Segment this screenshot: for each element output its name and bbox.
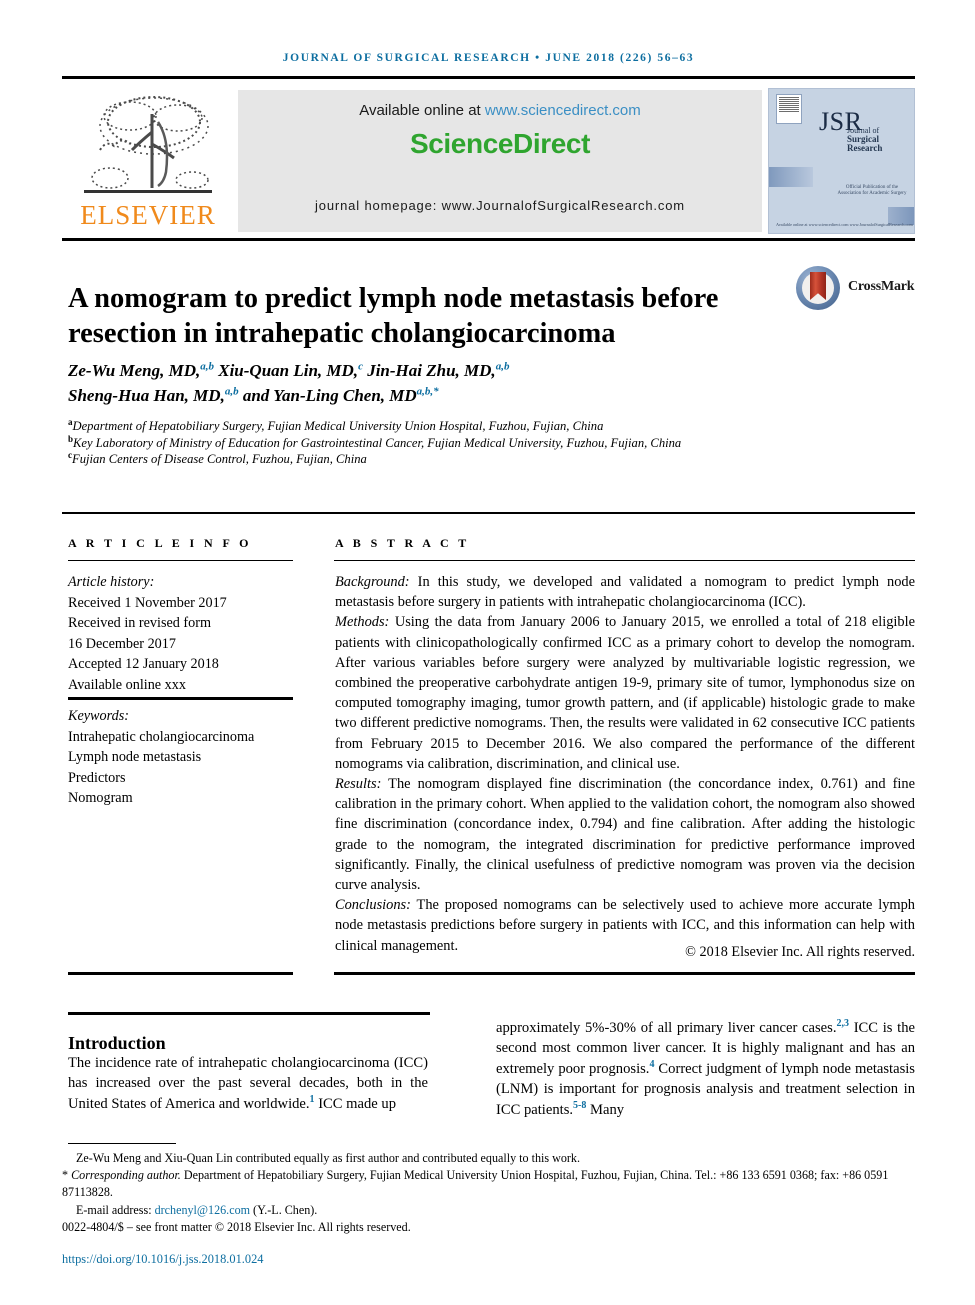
article-info-header: A R T I C L E I N F O: [68, 536, 252, 550]
crossmark-label: CrossMark: [848, 279, 915, 294]
introduction-column-right: approximately 5%-30% of all primary live…: [496, 1018, 915, 1118]
abstract-header: A B S T R A C T: [335, 536, 470, 550]
article-history-item: Accepted 12 January 2018: [68, 656, 219, 673]
abstract-copyright: © 2018 Elsevier Inc. All rights reserved…: [685, 944, 915, 960]
crossmark-icon: [796, 266, 840, 310]
sciencedirect-wordmark: ScienceDirect: [409, 128, 590, 159]
cover-band-left: [769, 167, 813, 187]
affiliation-item: cFujian Centers of Disease Control, Fuzh…: [68, 449, 367, 466]
author-list: Ze-Wu Meng, MD,a,b Xiu-Quan Lin, MD,c Ji…: [68, 358, 908, 408]
article-history: Article history: Received 1 November 201…: [68, 572, 303, 696]
header-rule: [62, 76, 915, 79]
abstract-section: Background: In this study, we developed …: [335, 574, 915, 611]
affiliation-marker: a: [68, 416, 73, 427]
article-info-rule-top: [68, 560, 293, 562]
article-info-rule-bottom: [68, 972, 293, 975]
footnote-equal-contribution: Ze-Wu Meng and Xiu-Quan Lin contributed …: [76, 1151, 580, 1165]
footnote-email: E-mail address: drchenyl@126.com (Y.-L. …: [76, 1202, 318, 1217]
email-address-link[interactable]: drchenyl@126.com: [155, 1203, 250, 1217]
corresponding-author-label: Corresponding author.: [71, 1168, 181, 1183]
journal-homepage-text: journal homepage: www.JournalofSurgicalR…: [315, 198, 685, 213]
author-name: Jin-Hai Zhu, MD,: [362, 361, 496, 380]
article-history-item: 16 December 2017: [68, 635, 176, 652]
footnote-issn: 0022-4804/$ – see front matter © 2018 El…: [62, 1219, 411, 1234]
abstract-rule-top: [334, 560, 915, 562]
abstract-section-label: Conclusions:: [335, 897, 411, 914]
introduction-heading: Introduction: [68, 1032, 166, 1053]
introduction-column-left: The incidence rate of intrahepatic chola…: [68, 1055, 428, 1112]
footnote-block: Ze-Wu Meng and Xiu-Quan Lin contributed …: [62, 1150, 915, 1236]
author-name: Sheng-Hua Han, MD,: [68, 386, 225, 405]
cover-elsevier-icon: [776, 94, 802, 124]
cover-subtitle: Journal of Surgical Research: [847, 127, 914, 153]
cover-elsevier-icon-lines: [779, 97, 799, 113]
article-history-item: Available online xxx: [68, 676, 186, 693]
abstract-section: Methods: Using the data from January 200…: [335, 614, 915, 772]
citation-reference[interactable]: 4: [649, 1059, 654, 1070]
keyword-item: Intrahepatic cholangiocarcinoma: [68, 728, 255, 745]
article-history-item: Received 1 November 2017: [68, 594, 227, 611]
running-head: JOURNAL OF SURGICAL RESEARCH • JUNE 2018…: [282, 52, 695, 64]
keyword-item: Lymph node metastasis: [68, 749, 202, 766]
introduction-rule: [68, 1012, 430, 1016]
article-history-items: Received 1 November 2017 Received in revi…: [68, 593, 303, 696]
footnote-doi-link[interactable]: https://doi.org/10.1016/j.jss.2018.01.02…: [62, 1252, 263, 1267]
abstract-body: Background: In this study, we developed …: [335, 572, 915, 956]
abstract-section-label: Methods:: [335, 614, 390, 631]
footnote-rule: [68, 1143, 176, 1145]
cover-url-text: Available online at www.sciencedirect.co…: [776, 222, 913, 227]
citation-reference[interactable]: 1: [310, 1094, 315, 1105]
elsevier-logo: ELSEVIER: [62, 88, 234, 234]
available-online-text: Available online at www.sciencedirect.co…: [238, 102, 762, 119]
affiliation-marker: b: [68, 433, 74, 444]
keywords-label: Keywords:: [68, 708, 129, 724]
email-address-label: E-mail address:: [76, 1202, 155, 1217]
keyword-item: Predictors: [68, 769, 126, 786]
citation-reference[interactable]: 2,3: [836, 1018, 849, 1029]
affiliation-marker: c: [68, 449, 72, 460]
journal-cover-thumbnail: JSR Journal of Surgical Research Officia…: [768, 88, 915, 234]
abstract-section-label: Background:: [335, 574, 410, 590]
cover-footer-text: Official Publication of the Association …: [837, 185, 907, 196]
sciencedirect-link[interactable]: www.sciencedirect.com: [485, 102, 641, 119]
author-line-2: Sheng-Hua Han, MD,a,b and Yan-Ling Chen,…: [68, 383, 908, 408]
keyword-item: Nomogram: [68, 790, 133, 807]
author-affiliation-marker: a,b: [224, 385, 239, 398]
corresponding-author-marker: *: [62, 1168, 72, 1183]
affiliation-item: bKey Laboratory of Ministry of Education…: [68, 433, 682, 450]
citation-reference[interactable]: 5-8: [573, 1100, 586, 1111]
masthead-rule: [62, 238, 915, 241]
author-affiliation-marker: a,b: [200, 360, 214, 373]
page-title: A nomogram to predict lymph node metasta…: [68, 283, 719, 350]
article-info-rule-mid: [68, 697, 293, 700]
masthead: ELSEVIER Available online at www.science…: [62, 88, 915, 234]
article-history-item: Received in revised form: [68, 615, 212, 632]
affiliation-list: aDepartment of Hepatobiliary Surgery, Fu…: [68, 416, 868, 468]
sciencedirect-banner: Available online at www.sciencedirect.co…: [238, 90, 762, 232]
elsevier-tree-icon: [70, 92, 224, 204]
abstract-rule-bottom: [334, 972, 915, 975]
affiliation-item: aDepartment of Hepatobiliary Surgery, Fu…: [68, 416, 604, 433]
article-history-label: Article history:: [68, 574, 155, 590]
author-line-1: Ze-Wu Meng, MD,a,b Xiu-Quan Lin, MD,c Ji…: [68, 358, 908, 383]
author-affiliation-marker: a,b,*: [416, 385, 439, 398]
keywords-block: Keywords: Intrahepatic cholangiocarcinom…: [68, 706, 308, 809]
keywords-items: Intrahepatic cholangiocarcinoma Lymph nod…: [68, 727, 308, 809]
crossmark-badge[interactable]: CrossMark: [796, 266, 915, 312]
elsevier-wordmark: ELSEVIER: [80, 200, 216, 230]
abstract-section: Results: The nomogram displayed fine dis…: [335, 776, 915, 894]
author-affiliation-marker: a,b: [495, 360, 510, 373]
author-name: Ze-Wu Meng, MD,: [68, 361, 201, 380]
cover-subtitle-line2: Surgical Research: [847, 134, 883, 153]
author-name: and Yan-Ling Chen, MD: [238, 386, 417, 405]
available-online-label: Available online at: [359, 102, 485, 119]
journal-article-page: JOURNAL OF SURGICAL RESEARCH • JUNE 2018…: [0, 0, 975, 1305]
affiliation-rule: [62, 512, 915, 514]
footnote-corresponding-author: * Corresponding author. Department of He…: [62, 1168, 889, 1200]
author-name: Xiu-Quan Lin, MD,: [213, 361, 359, 380]
abstract-section-label: Results:: [335, 776, 382, 793]
